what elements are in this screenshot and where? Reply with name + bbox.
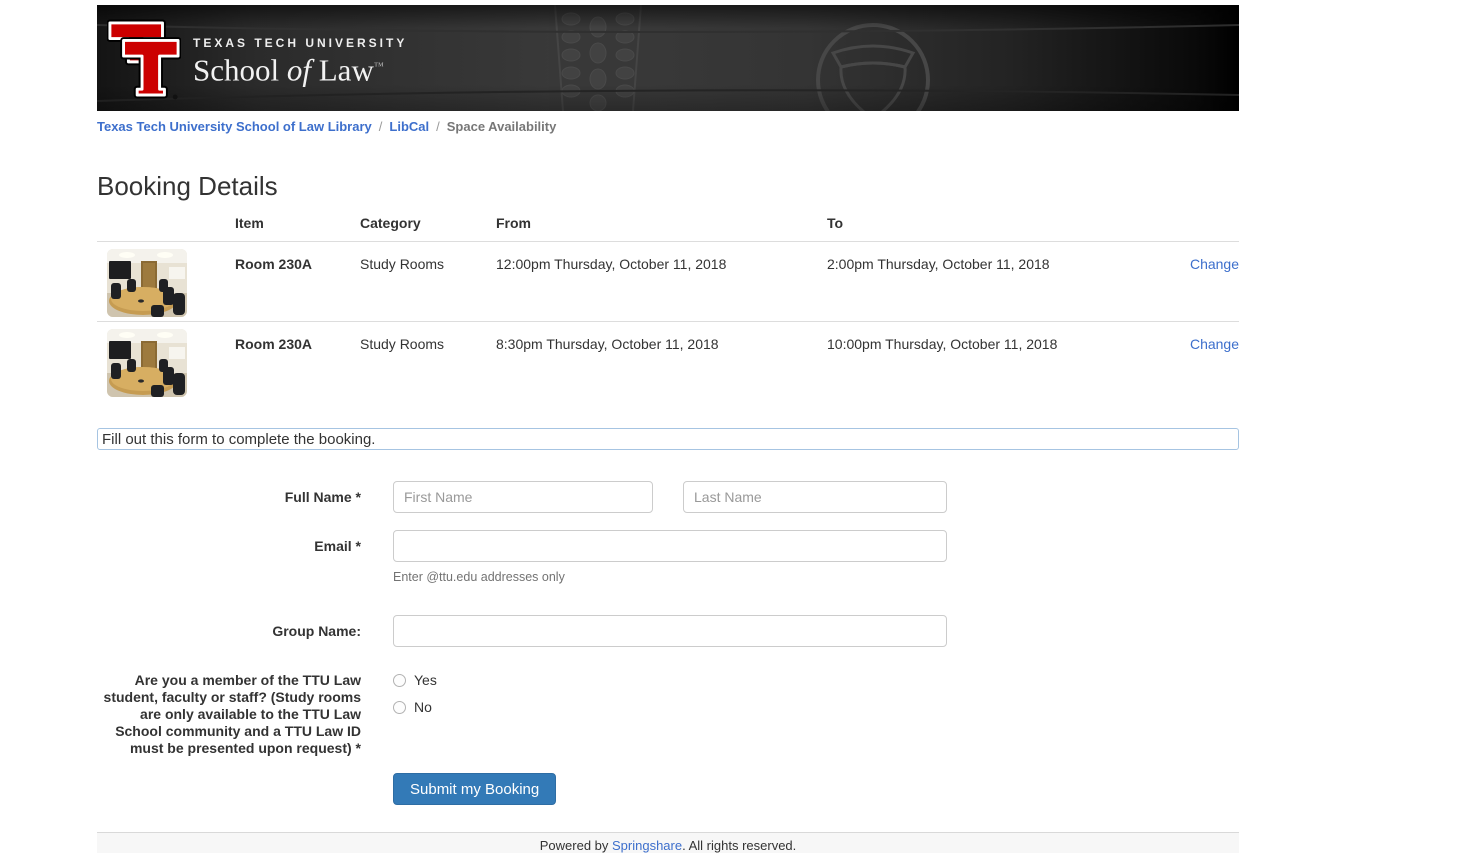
booking-row: Room 230A Study Rooms 8:30pm Thursday, O… (97, 322, 1239, 402)
footer: Powered by Springshare. All rights reser… (97, 832, 1239, 853)
membership-option-no-label: No (414, 699, 432, 715)
breadcrumb-separator: / (378, 119, 383, 134)
group-name-input[interactable] (393, 615, 947, 647)
school-name: School of Law™ (193, 52, 384, 88)
booking-category: Study Rooms (360, 256, 445, 272)
column-header-from: From (496, 215, 531, 231)
change-booking-link[interactable]: Change (1190, 336, 1239, 352)
radio-button-icon[interactable] (393, 700, 406, 714)
email-row: Email * Enter @ttu.edu addresses only (97, 530, 1239, 584)
submit-row: Submit my Booking (97, 773, 1239, 805)
room-thumbnail-image (107, 329, 187, 397)
full-name-label: Full Name * (284, 489, 361, 505)
booking-from: 12:00pm Thursday, October 11, 2018 (496, 256, 727, 272)
breadcrumb-libcal-link[interactable]: LibCal (389, 119, 429, 134)
booking-to: 10:00pm Thursday, October 11, 2018 (827, 336, 1058, 352)
email-help-text: Enter @ttu.edu addresses only (393, 570, 565, 584)
column-header-to: To (827, 215, 844, 231)
breadcrumb-separator: / (436, 119, 440, 134)
last-name-input[interactable] (683, 481, 947, 513)
membership-option-yes[interactable]: Yes (393, 672, 437, 688)
membership-question-row: Are you a member of the TTU Law student,… (97, 672, 1239, 757)
email-label: Email * (314, 538, 361, 554)
first-name-input[interactable] (393, 481, 653, 513)
form-intro-message: Fill out this form to complete the booki… (97, 428, 1239, 450)
membership-question-label: Are you a member of the TTU Law student,… (103, 672, 361, 756)
booking-form: Full Name * Email * Enter @ttu.edu addre… (97, 481, 1239, 805)
breadcrumb: Texas Tech University School of Law Libr… (97, 119, 1239, 134)
ttu-double-t-logo (107, 19, 181, 100)
booking-item: Room 230A (235, 336, 313, 352)
booking-item: Room 230A (235, 256, 313, 272)
breadcrumb-current: Space Availability (446, 119, 557, 134)
room-thumbnail-image (107, 249, 187, 317)
ttu-logo-block: TEXAS TECH UNIVERSITY School of Law™ (107, 14, 407, 102)
springshare-link[interactable]: Springshare (612, 838, 682, 853)
trademark-symbol: ™ (373, 61, 384, 72)
page: TEXAS TECH UNIVERSITY School of Law™ Tex… (0, 5, 1482, 853)
booking-to: 2:00pm Thursday, October 11, 2018 (827, 256, 1050, 272)
radio-button-icon[interactable] (393, 673, 406, 687)
booking-table: Item Category From To Room 230A Study Ro… (97, 215, 1239, 402)
submit-booking-button[interactable]: Submit my Booking (393, 773, 557, 805)
booking-table-header: Item Category From To (97, 215, 1239, 242)
page-title: Booking Details (97, 171, 278, 201)
header-banner: TEXAS TECH UNIVERSITY School of Law™ (97, 5, 1239, 111)
membership-option-yes-label: Yes (414, 672, 437, 688)
group-name-label: Group Name: (272, 623, 361, 639)
breadcrumb-library-link[interactable]: Texas Tech University School of Law Libr… (97, 119, 372, 134)
group-name-row: Group Name: (97, 615, 1239, 647)
change-booking-link[interactable]: Change (1190, 256, 1239, 272)
column-header-category: Category (360, 215, 421, 231)
membership-option-no[interactable]: No (393, 699, 437, 715)
powered-by-text: Powered by Springshare. All rights reser… (539, 838, 797, 853)
column-header-item: Item (235, 215, 264, 231)
wordmark: TEXAS TECH UNIVERSITY School of Law™ (193, 14, 407, 86)
university-name: TEXAS TECH UNIVERSITY (193, 36, 408, 50)
booking-from: 8:30pm Thursday, October 11, 2018 (496, 336, 719, 352)
booking-row: Room 230A Study Rooms 12:00pm Thursday, … (97, 242, 1239, 322)
full-name-row: Full Name * (97, 481, 1239, 513)
booking-category: Study Rooms (360, 336, 445, 352)
email-input[interactable] (393, 530, 947, 562)
